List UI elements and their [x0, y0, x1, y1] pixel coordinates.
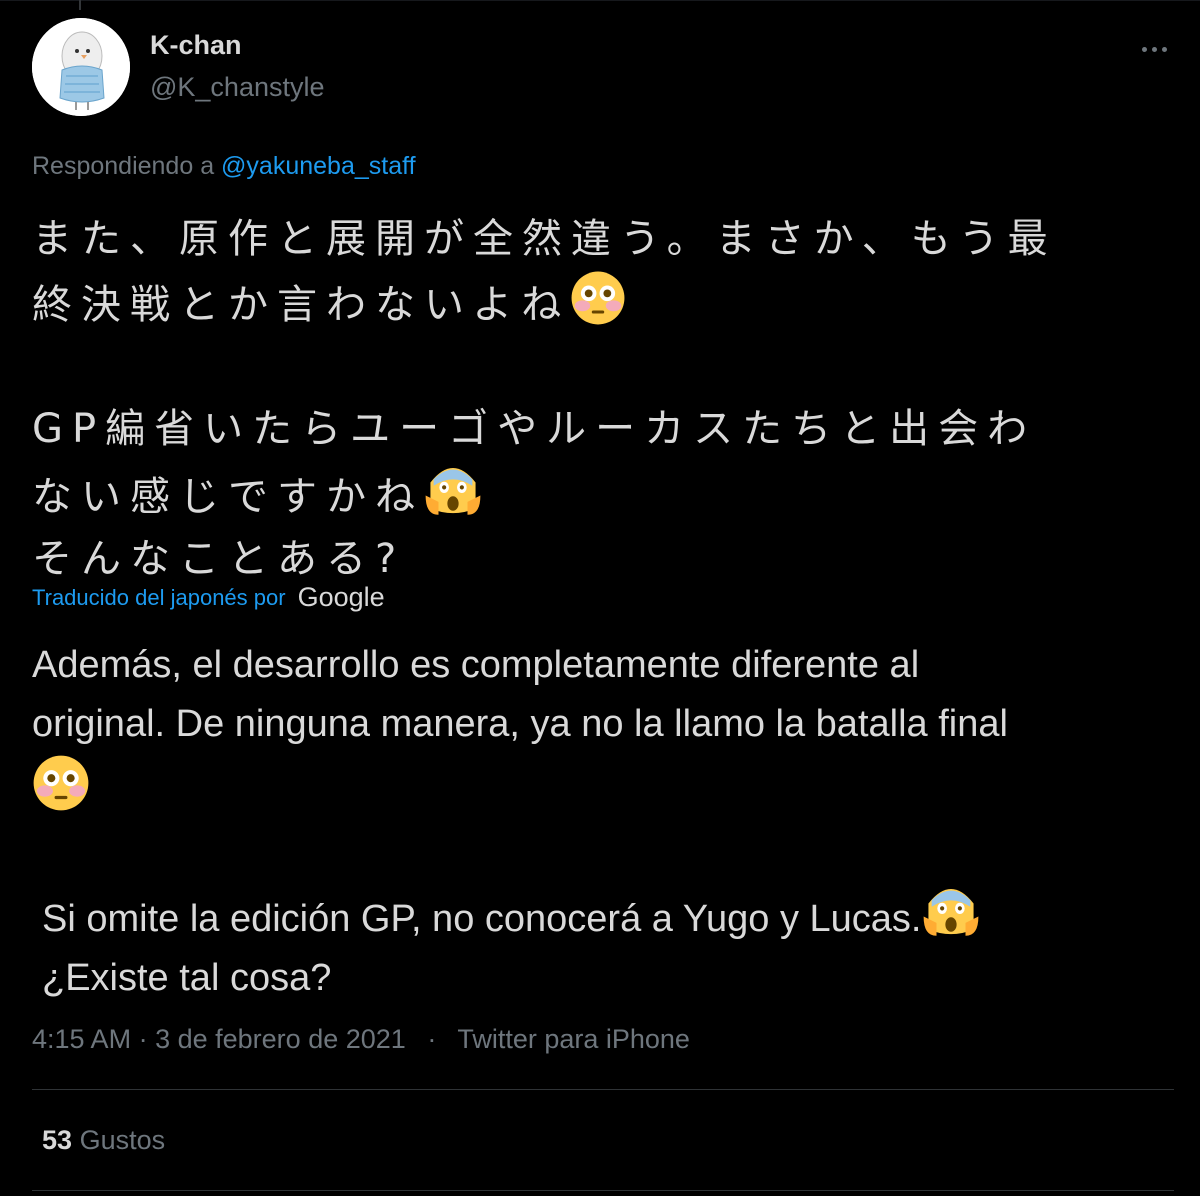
thread-connector-line: [79, 0, 81, 10]
original-line-with-emoji: ない感じですかね: [32, 460, 1182, 528]
top-divider: [0, 0, 1200, 1]
screaming-face-emoji-icon: [425, 468, 481, 515]
translation-label: Traducido del japonés por: [32, 584, 286, 610]
google-logo: Google: [297, 582, 385, 612]
likes-count: 53: [42, 1125, 73, 1155]
tweet-translated-text: Además, el desarrollo es completamente d…: [32, 636, 1182, 1008]
screaming-face-emoji-icon: [923, 889, 978, 936]
avatar[interactable]: [32, 18, 130, 116]
divider: [32, 1190, 1174, 1191]
original-line: 終決戦とか言わないよね: [32, 282, 571, 328]
original-line: そんなことある?: [32, 536, 406, 582]
meta-separator: ·: [427, 1024, 437, 1054]
tweet-original-text: また、原作と展開が全然違う。まさか、もう最 終決戦とか言わないよね GP編省いた…: [32, 208, 1182, 590]
original-line-with-emoji: 終決戦とか言わないよね: [32, 270, 1182, 336]
tweet-source[interactable]: Twitter para iPhone: [457, 1024, 690, 1054]
author-handle[interactable]: @K_chanstyle: [150, 72, 325, 103]
translated-line: Si omite la edición GP, no conocerá a Yu…: [42, 898, 922, 940]
reply-mention-link[interactable]: @yakuneba_staff: [221, 152, 416, 180]
tweet-metadata: 4:15 AM · 3 de febrero de 2021 · Twitter…: [32, 1024, 690, 1055]
likes-label: Gustos: [79, 1125, 166, 1155]
translation-attribution: Traducido del japonés por Google: [32, 582, 385, 613]
replying-to-line: Respondiendo a @yakuneba_staff: [32, 152, 416, 181]
more-horizontal-icon[interactable]: [1140, 38, 1170, 60]
translated-line: ¿Existe tal cosa?: [42, 957, 332, 999]
translated-line-with-emoji: Si omite la edición GP, no conocerá a Yu…: [32, 881, 1182, 949]
translated-line: original. De ninguna manera, ya no la ll…: [32, 703, 1008, 745]
replying-prefix: Respondiendo a: [32, 152, 215, 180]
tweet-time[interactable]: 4:15 AM: [32, 1024, 131, 1054]
likes-count-link[interactable]: 53 Gustos: [42, 1125, 165, 1156]
translated-line: Además, el desarrollo es completamente d…: [32, 644, 920, 686]
original-line: ない感じですかね: [32, 474, 424, 520]
meta-separator: ·: [138, 1024, 148, 1054]
author-display-name[interactable]: K-chan: [150, 30, 242, 61]
flushed-face-emoji-icon: [571, 271, 625, 325]
divider: [32, 1089, 1174, 1090]
bird-avatar-icon: [32, 18, 130, 116]
original-line: GP編省いたらユーゴやルーカスたちと出会わ: [32, 406, 1037, 452]
flushed-face-emoji-icon: [33, 755, 89, 811]
translated-emoji-line: [32, 754, 1182, 822]
tweet-date[interactable]: 3 de febrero de 2021: [155, 1024, 406, 1054]
original-line: また、原作と展開が全然違う。まさか、もう最: [32, 216, 1057, 262]
